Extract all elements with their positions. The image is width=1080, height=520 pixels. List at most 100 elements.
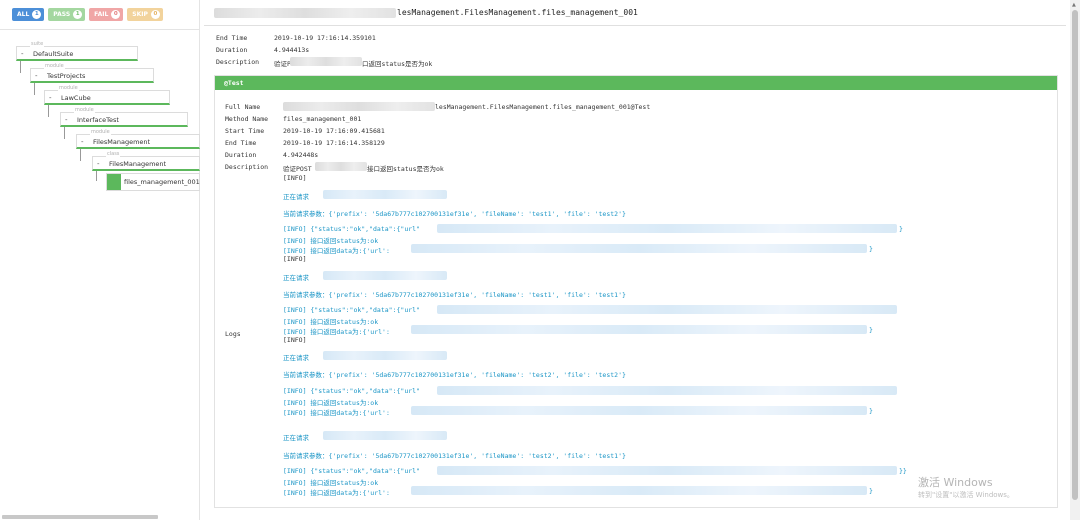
filter-all-count: 1 bbox=[32, 10, 42, 19]
report-title-bar: lesManagement.FilesManagement.files_mana… bbox=[204, 0, 1066, 26]
tree-node-type: module bbox=[44, 63, 65, 69]
tree-node-name: LawCube bbox=[61, 94, 91, 102]
description-value-suffix: 口返回status是否为ok bbox=[362, 60, 433, 68]
log-line: 当前请求参数：{'prefix': '5da67b777c102700131ef… bbox=[283, 371, 626, 379]
filter-pass-button[interactable]: PASS 1 bbox=[48, 8, 86, 21]
log-line: } bbox=[899, 225, 903, 233]
duration-value: 4.944413s bbox=[274, 46, 310, 54]
log-line: [INFO] {"status":"ok","data":{"url" bbox=[283, 387, 420, 395]
test-case-header[interactable]: @Test bbox=[215, 76, 1057, 90]
log-line: 正在请求 bbox=[283, 193, 309, 201]
test-case-header-label: @Test bbox=[224, 79, 244, 87]
method-name-value: files_management_001 bbox=[283, 115, 362, 123]
redacted-region bbox=[437, 224, 897, 233]
test-case-card: @Test Full Name lesManagement.FilesManag… bbox=[214, 75, 1058, 508]
log-line: 正在请求 bbox=[283, 274, 309, 282]
log-line: [INFO] 接口返回status为:ok bbox=[283, 318, 379, 326]
vertical-scrollbar-thumb[interactable] bbox=[1072, 10, 1078, 500]
log-line: 正在请求 bbox=[283, 354, 309, 362]
full-name-label: Full Name bbox=[225, 103, 261, 111]
redacted-region bbox=[290, 57, 362, 66]
tree-node-name: FilesManagement bbox=[109, 160, 167, 168]
tree-node-module[interactable]: module - InterfaceTest bbox=[60, 107, 188, 127]
horizontal-scrollbar[interactable] bbox=[2, 515, 158, 519]
collapse-toggle[interactable]: - bbox=[49, 94, 52, 102]
log-line: [INFO] 接口返回status为:ok bbox=[283, 479, 379, 487]
redacted-region bbox=[437, 305, 897, 314]
tree-connector bbox=[48, 103, 49, 117]
start-time-value: 2019-10-19 17:16:09.415681 bbox=[283, 127, 385, 135]
tree-node-type: suite bbox=[30, 41, 45, 47]
tree-node-suite[interactable]: suite - DefaultSuite bbox=[16, 41, 138, 61]
filter-divider bbox=[0, 29, 200, 30]
tree-node-type: class bbox=[106, 151, 121, 157]
tree-node-module[interactable]: module - TestProjects bbox=[30, 63, 154, 83]
tree-node-class[interactable]: class - FilesManagement bbox=[92, 151, 200, 171]
end-time-value: 2019-10-19 17:16:14.358129 bbox=[283, 139, 385, 147]
end-time-label: End Time bbox=[216, 34, 248, 42]
log-line: [INFO] {"status":"ok","data":{"url" bbox=[283, 306, 420, 314]
collapse-toggle[interactable]: - bbox=[21, 50, 24, 58]
windows-activation-hint: 转到"设置"以激活 Windows。 bbox=[918, 491, 1014, 499]
log-line: }} bbox=[899, 467, 907, 475]
report-title: lesManagement.FilesManagement.files_mana… bbox=[397, 8, 638, 17]
duration-label: Duration bbox=[225, 151, 257, 159]
log-line: [INFO] bbox=[283, 174, 307, 182]
description-value-prefix: 验证P bbox=[274, 60, 291, 68]
full-name-value: lesManagement.FilesManagement.files_mana… bbox=[435, 103, 651, 111]
redacted-region bbox=[214, 8, 396, 18]
filter-all-button[interactable]: ALL 1 bbox=[12, 8, 45, 21]
filter-skip-button[interactable]: SKIP 0 bbox=[127, 8, 163, 21]
log-line: [INFO] {"status":"ok","data":{"url" bbox=[283, 467, 420, 475]
collapse-toggle[interactable]: - bbox=[81, 138, 84, 146]
collapse-toggle[interactable]: - bbox=[97, 160, 100, 168]
tree-node-name: FilesManagement bbox=[93, 138, 151, 146]
log-line: [INFO] bbox=[283, 336, 307, 344]
filter-pass-count: 1 bbox=[73, 10, 83, 19]
log-line: 正在请求 bbox=[283, 434, 309, 442]
duration-label: Duration bbox=[216, 46, 248, 54]
tree-node-name: TestProjects bbox=[47, 72, 86, 80]
description-value-suffix: 接口返回status是否为ok bbox=[367, 165, 444, 173]
log-line: } bbox=[869, 407, 873, 415]
redacted-region bbox=[411, 486, 867, 495]
test-report-panel: lesManagement.FilesManagement.files_mana… bbox=[204, 0, 1066, 520]
scroll-up-icon[interactable]: ▲ bbox=[1072, 2, 1076, 8]
log-line: [INFO] 接口返回data为:{'url': bbox=[283, 328, 390, 336]
tree-node-module[interactable]: module - LawCube bbox=[44, 85, 170, 105]
filter-skip-label: SKIP bbox=[132, 11, 148, 18]
tree-connector bbox=[34, 81, 35, 95]
redacted-region bbox=[323, 431, 447, 440]
tree-node-name: InterfaceTest bbox=[77, 116, 119, 124]
end-time-value: 2019-10-19 17:16:14.359101 bbox=[274, 34, 376, 42]
filter-fail-button[interactable]: FAIL 0 bbox=[89, 8, 124, 21]
tree-connector bbox=[20, 60, 21, 73]
log-line: [INFO] 接口返回status为:ok bbox=[283, 237, 379, 245]
status-filter-bar: ALL 1 PASS 1 FAIL 0 SKIP 0 bbox=[12, 8, 163, 21]
log-line: 当前请求参数：{'prefix': '5da67b777c102700131ef… bbox=[283, 291, 626, 299]
method-name-label: Method Name bbox=[225, 115, 269, 123]
filter-fail-label: FAIL bbox=[94, 11, 109, 18]
filter-pass-label: PASS bbox=[53, 11, 71, 18]
tree-node-name: files_management_001 bbox=[124, 178, 200, 186]
tree-node-type: module bbox=[90, 129, 111, 135]
log-line: [INFO] 接口返回data为:{'url': bbox=[283, 489, 390, 497]
redacted-region bbox=[323, 351, 447, 360]
collapse-toggle[interactable]: - bbox=[35, 72, 38, 80]
start-time-label: Start Time bbox=[225, 127, 265, 135]
end-time-label: End Time bbox=[225, 139, 257, 147]
redacted-region bbox=[411, 244, 867, 253]
tree-connector bbox=[80, 147, 81, 161]
redacted-region bbox=[323, 271, 447, 280]
log-line: [INFO] bbox=[283, 255, 307, 263]
log-line: } bbox=[869, 245, 873, 253]
log-line: [INFO] 接口返回data为:{'url': bbox=[283, 247, 390, 255]
logs-label: Logs bbox=[225, 330, 241, 338]
pass-status-marker bbox=[107, 174, 121, 190]
collapse-toggle[interactable]: - bbox=[65, 116, 68, 124]
tree-node-module[interactable]: module - FilesManagement bbox=[76, 129, 200, 149]
tree-node-type: module bbox=[58, 85, 79, 91]
redacted-region bbox=[411, 406, 867, 415]
test-tree-panel: ALL 1 PASS 1 FAIL 0 SKIP 0 suite - Defau… bbox=[0, 0, 200, 520]
tree-node-test-method[interactable]: files_management_001 bbox=[106, 173, 200, 191]
